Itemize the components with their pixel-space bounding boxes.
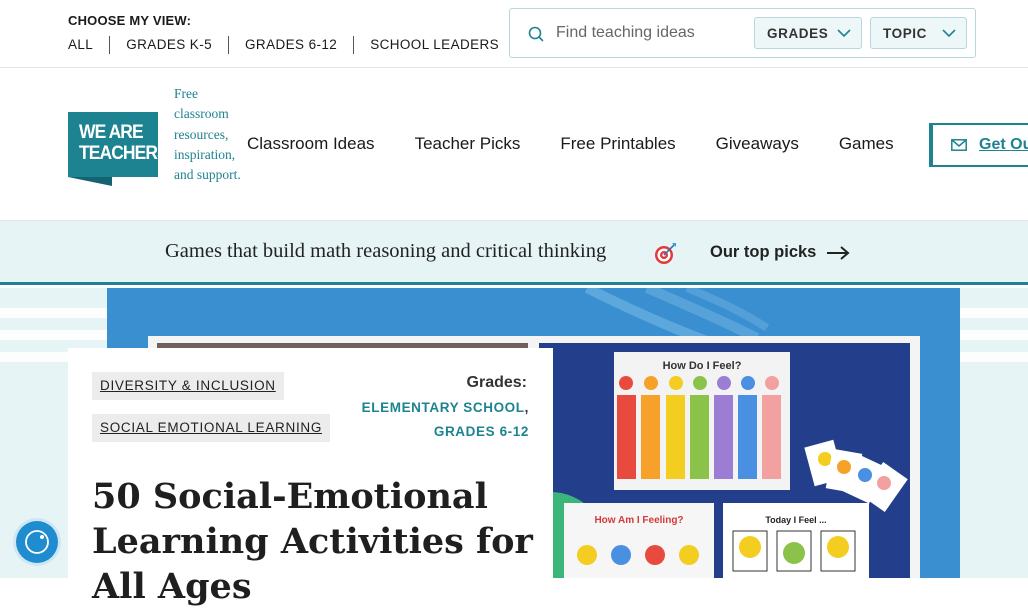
top-bar: CHOOSE MY VIEW: ALL GRADES K-5 GRADES 6-… xyxy=(0,0,1028,68)
view-link-all[interactable]: ALL xyxy=(68,36,109,54)
grades-dropdown-label: GRADES xyxy=(767,25,829,41)
grade-link-elementary: ELEMENTARY SCHOOL, xyxy=(361,400,529,415)
site-header: WE ARE TEACHERS Free classroom resources… xyxy=(0,68,1028,221)
main-nav: Classroom Ideas Teacher Picks Free Print… xyxy=(247,134,934,154)
promo-text: Games that build math reasoning and crit… xyxy=(165,240,607,262)
nav-free-printables[interactable]: Free Printables xyxy=(560,134,675,154)
svg-text:Today I Feel ...: Today I Feel ... xyxy=(765,515,826,525)
search-input[interactable] xyxy=(556,18,751,48)
article-title: 50 Social-Emotional Learning Activities … xyxy=(92,476,533,607)
accessibility-button[interactable] xyxy=(16,521,58,563)
svg-text:How Am I Feeling?: How Am I Feeling? xyxy=(594,515,683,526)
view-link-school-leaders[interactable]: SCHOOL LEADERS xyxy=(353,36,515,54)
nav-teacher-picks[interactable]: Teacher Picks xyxy=(415,134,521,154)
hero-photo-feelings-posters: How Do I Feel? How Am I Feeling? Today I… xyxy=(539,343,910,578)
tag-diversity-inclusion[interactable]: DIVERSITY & INCLUSION xyxy=(92,372,284,400)
nav-giveaways[interactable]: Giveaways xyxy=(716,134,799,154)
grades-label: Grades: xyxy=(466,374,527,391)
newsletter-button-label: Get Our Newsletters xyxy=(979,136,1028,153)
mail-icon xyxy=(951,139,967,151)
nav-classroom-ideas[interactable]: Classroom Ideas xyxy=(247,134,375,154)
newsletter-button[interactable]: Get Our Newsletters xyxy=(929,123,1028,167)
nav-games[interactable]: Games xyxy=(839,134,894,154)
view-switcher: ALL GRADES K-5 GRADES 6-12 SCHOOL LEADER… xyxy=(68,36,515,54)
view-label: CHOOSE MY VIEW: xyxy=(68,13,192,28)
grade-link-6-12[interactable]: GRADES 6-12 xyxy=(434,424,529,439)
target-icon xyxy=(655,243,676,264)
tag-social-emotional-learning[interactable]: SOCIAL EMOTIONAL LEARNING xyxy=(92,414,331,442)
article-card: DIVERSITY & INCLUSION SOCIAL EMOTIONAL L… xyxy=(68,348,553,607)
promo-link-label: Our top picks xyxy=(710,243,817,261)
topic-dropdown-label: TOPIC xyxy=(883,25,928,41)
topic-dropdown[interactable]: TOPIC xyxy=(870,17,967,49)
chevron-down-icon xyxy=(942,29,956,38)
logo-wordmark: WE ARE TEACHERS xyxy=(79,122,169,164)
svg-text:How Do I Feel?: How Do I Feel? xyxy=(663,360,742,372)
promo-banner: Games that build math reasoning and crit… xyxy=(0,221,1028,285)
view-link-grades-k5[interactable]: GRADES K-5 xyxy=(109,36,228,54)
chevron-down-icon xyxy=(837,29,851,38)
view-link-grades-6-12[interactable]: GRADES 6-12 xyxy=(228,36,353,54)
tagline: Free classroom resources, inspiration, a… xyxy=(174,86,241,183)
accessibility-icon xyxy=(25,530,49,554)
grade-link-elementary-text[interactable]: ELEMENTARY SCHOOL xyxy=(362,400,525,415)
arrow-right-icon xyxy=(827,245,850,260)
search-box: GRADES TOPIC xyxy=(509,8,976,58)
site-logo[interactable]: WE ARE TEACHERS xyxy=(68,112,169,177)
search-icon[interactable] xyxy=(527,25,545,43)
grades-dropdown[interactable]: GRADES xyxy=(754,17,862,49)
logo-tail xyxy=(68,177,112,186)
promo-link[interactable]: Our top picks xyxy=(710,243,850,262)
